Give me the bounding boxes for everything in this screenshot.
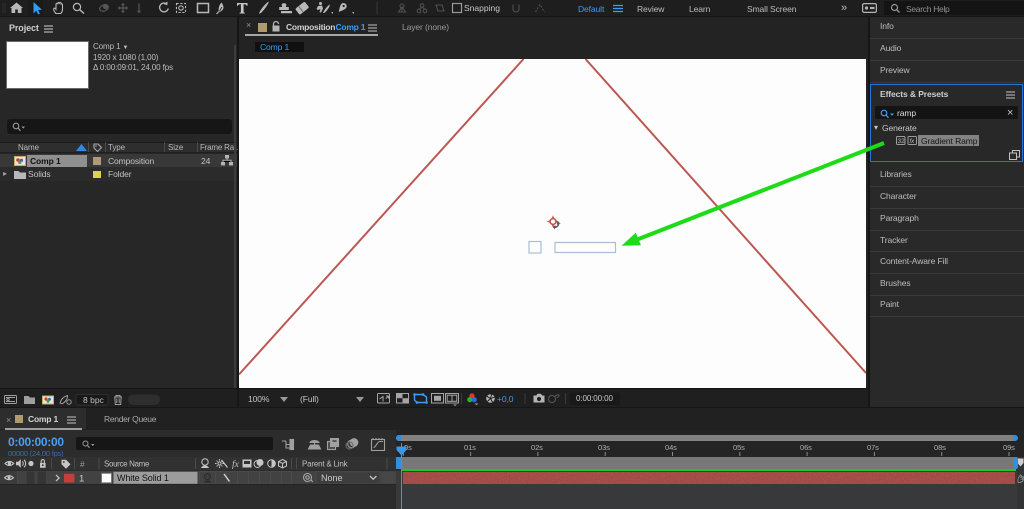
svg-text:8 bpc: 8 bpc — [83, 395, 105, 405]
svg-text:#: # — [80, 459, 85, 469]
svg-text:Snapping: Snapping — [464, 3, 500, 13]
svg-text:Parent & Link: Parent & Link — [302, 460, 349, 469]
svg-text:None: None — [321, 473, 343, 483]
svg-text:Source Name: Source Name — [104, 460, 150, 469]
svg-text:fx: fx — [232, 459, 240, 470]
svg-text:1: 1 — [79, 473, 84, 484]
svg-text:32: 32 — [898, 138, 906, 145]
svg-text:White Solid 1: White Solid 1 — [117, 473, 169, 483]
